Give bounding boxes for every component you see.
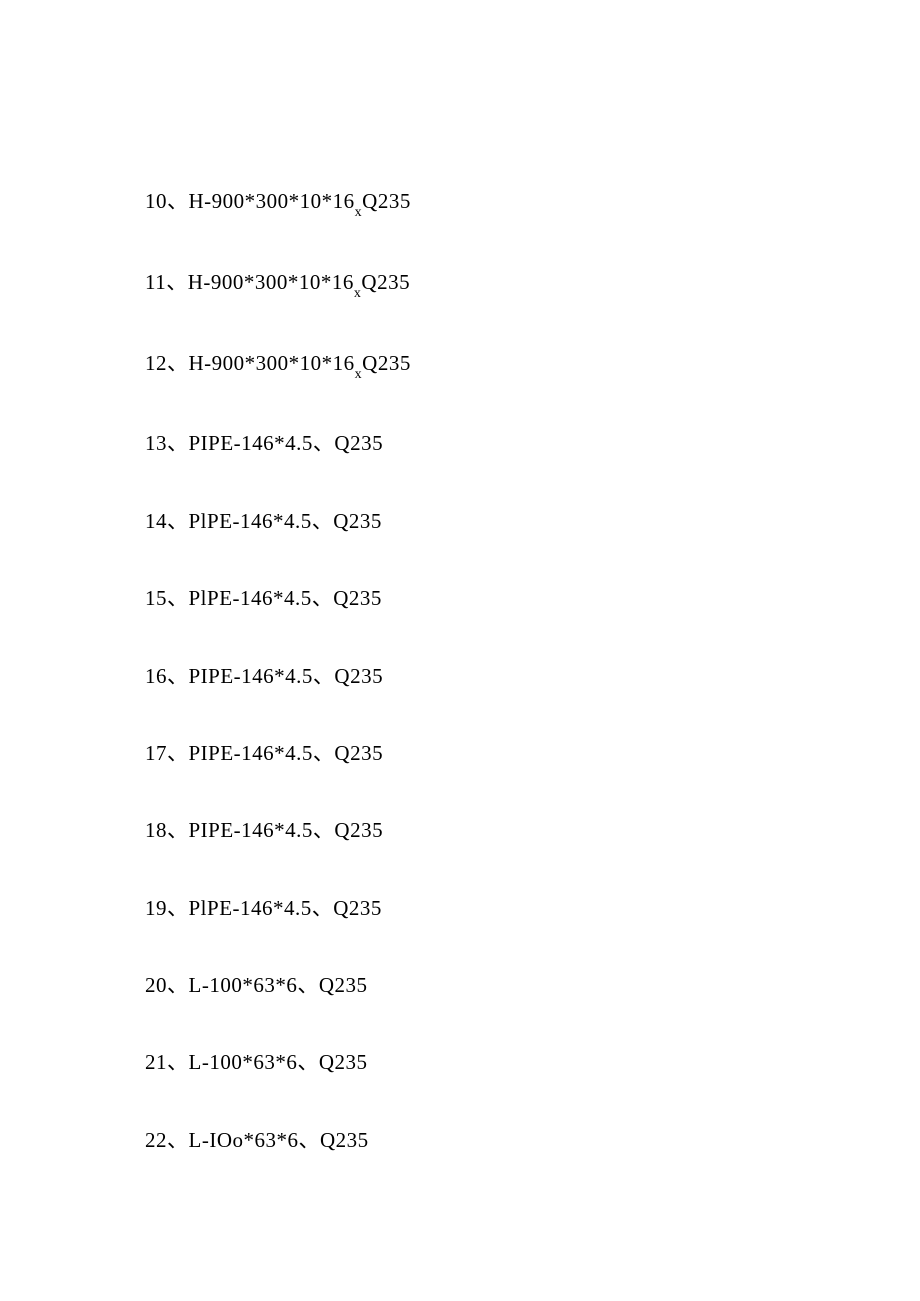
item-number: 12 xyxy=(145,351,167,375)
item-text-b: Q235 xyxy=(362,189,411,213)
item-text-a: PlPE-146*4.5、Q235 xyxy=(189,509,382,533)
item-number: 14 xyxy=(145,509,167,533)
item-number: 13 xyxy=(145,431,167,455)
separator: 、 xyxy=(167,741,189,765)
item-number: 20 xyxy=(145,973,167,997)
item-text-b: Q235 xyxy=(361,270,410,294)
item-number: 21 xyxy=(145,1050,167,1074)
list-item: 20、L-100*63*6、Q235 xyxy=(145,971,920,1000)
list-item: 12、H-900*300*10*16xQ235 xyxy=(145,349,920,382)
separator: 、 xyxy=(167,189,189,213)
item-number: 17 xyxy=(145,741,167,765)
item-number: 15 xyxy=(145,586,167,610)
list-item: 18、PIPE-146*4.5、Q235 xyxy=(145,816,920,845)
item-text-b: Q235 xyxy=(362,351,411,375)
separator: 、 xyxy=(167,896,189,920)
item-text-a: L-100*63*6、Q235 xyxy=(189,973,368,997)
separator: 、 xyxy=(167,586,189,610)
separator: 、 xyxy=(167,351,189,375)
list-item: 13、PIPE-146*4.5、Q235 xyxy=(145,429,920,458)
item-text-a: L-100*63*6、Q235 xyxy=(189,1050,368,1074)
separator: 、 xyxy=(167,509,189,533)
item-subscript: x xyxy=(355,205,363,220)
list-item: 11、H-900*300*10*16xQ235 xyxy=(145,268,920,301)
item-text-a: H-900*300*10*16 xyxy=(188,270,354,294)
list-item: 21、L-100*63*6、Q235 xyxy=(145,1048,920,1077)
list-item: 19、PlPE-146*4.5、Q235 xyxy=(145,894,920,923)
item-number: 11 xyxy=(145,270,166,294)
list-item: 17、PIPE-146*4.5、Q235 xyxy=(145,739,920,768)
item-text-a: PIPE-146*4.5、Q235 xyxy=(189,741,384,765)
item-text-a: PIPE-146*4.5、Q235 xyxy=(189,431,384,455)
list-item: 15、PlPE-146*4.5、Q235 xyxy=(145,584,920,613)
item-text-a: H-900*300*10*16 xyxy=(189,189,355,213)
separator: 、 xyxy=(167,1128,189,1152)
item-subscript: x xyxy=(354,286,362,301)
item-number: 10 xyxy=(145,189,167,213)
item-text-a: PIPE-146*4.5、Q235 xyxy=(189,818,384,842)
list-item: 14、PlPE-146*4.5、Q235 xyxy=(145,507,920,536)
item-text-a: L-IOo*63*6、Q235 xyxy=(189,1128,369,1152)
item-number: 22 xyxy=(145,1128,167,1152)
item-text-a: PlPE-146*4.5、Q235 xyxy=(189,586,382,610)
list-item: 16、PIPE-146*4.5、Q235 xyxy=(145,662,920,691)
item-number: 19 xyxy=(145,896,167,920)
list-item: 22、L-IOo*63*6、Q235 xyxy=(145,1126,920,1155)
item-text-a: PIPE-146*4.5、Q235 xyxy=(189,664,384,688)
list-item: 10、H-900*300*10*16xQ235 xyxy=(145,187,920,220)
separator: 、 xyxy=(167,818,189,842)
separator: 、 xyxy=(167,973,189,997)
item-text-a: H-900*300*10*16 xyxy=(189,351,355,375)
item-number: 18 xyxy=(145,818,167,842)
separator: 、 xyxy=(167,431,189,455)
separator: 、 xyxy=(167,664,189,688)
separator: 、 xyxy=(166,270,188,294)
item-number: 16 xyxy=(145,664,167,688)
item-text-a: PlPE-146*4.5、Q235 xyxy=(189,896,382,920)
document-body: 10、H-900*300*10*16xQ23511、H-900*300*10*1… xyxy=(145,187,920,1155)
item-subscript: x xyxy=(355,367,363,382)
separator: 、 xyxy=(167,1050,189,1074)
